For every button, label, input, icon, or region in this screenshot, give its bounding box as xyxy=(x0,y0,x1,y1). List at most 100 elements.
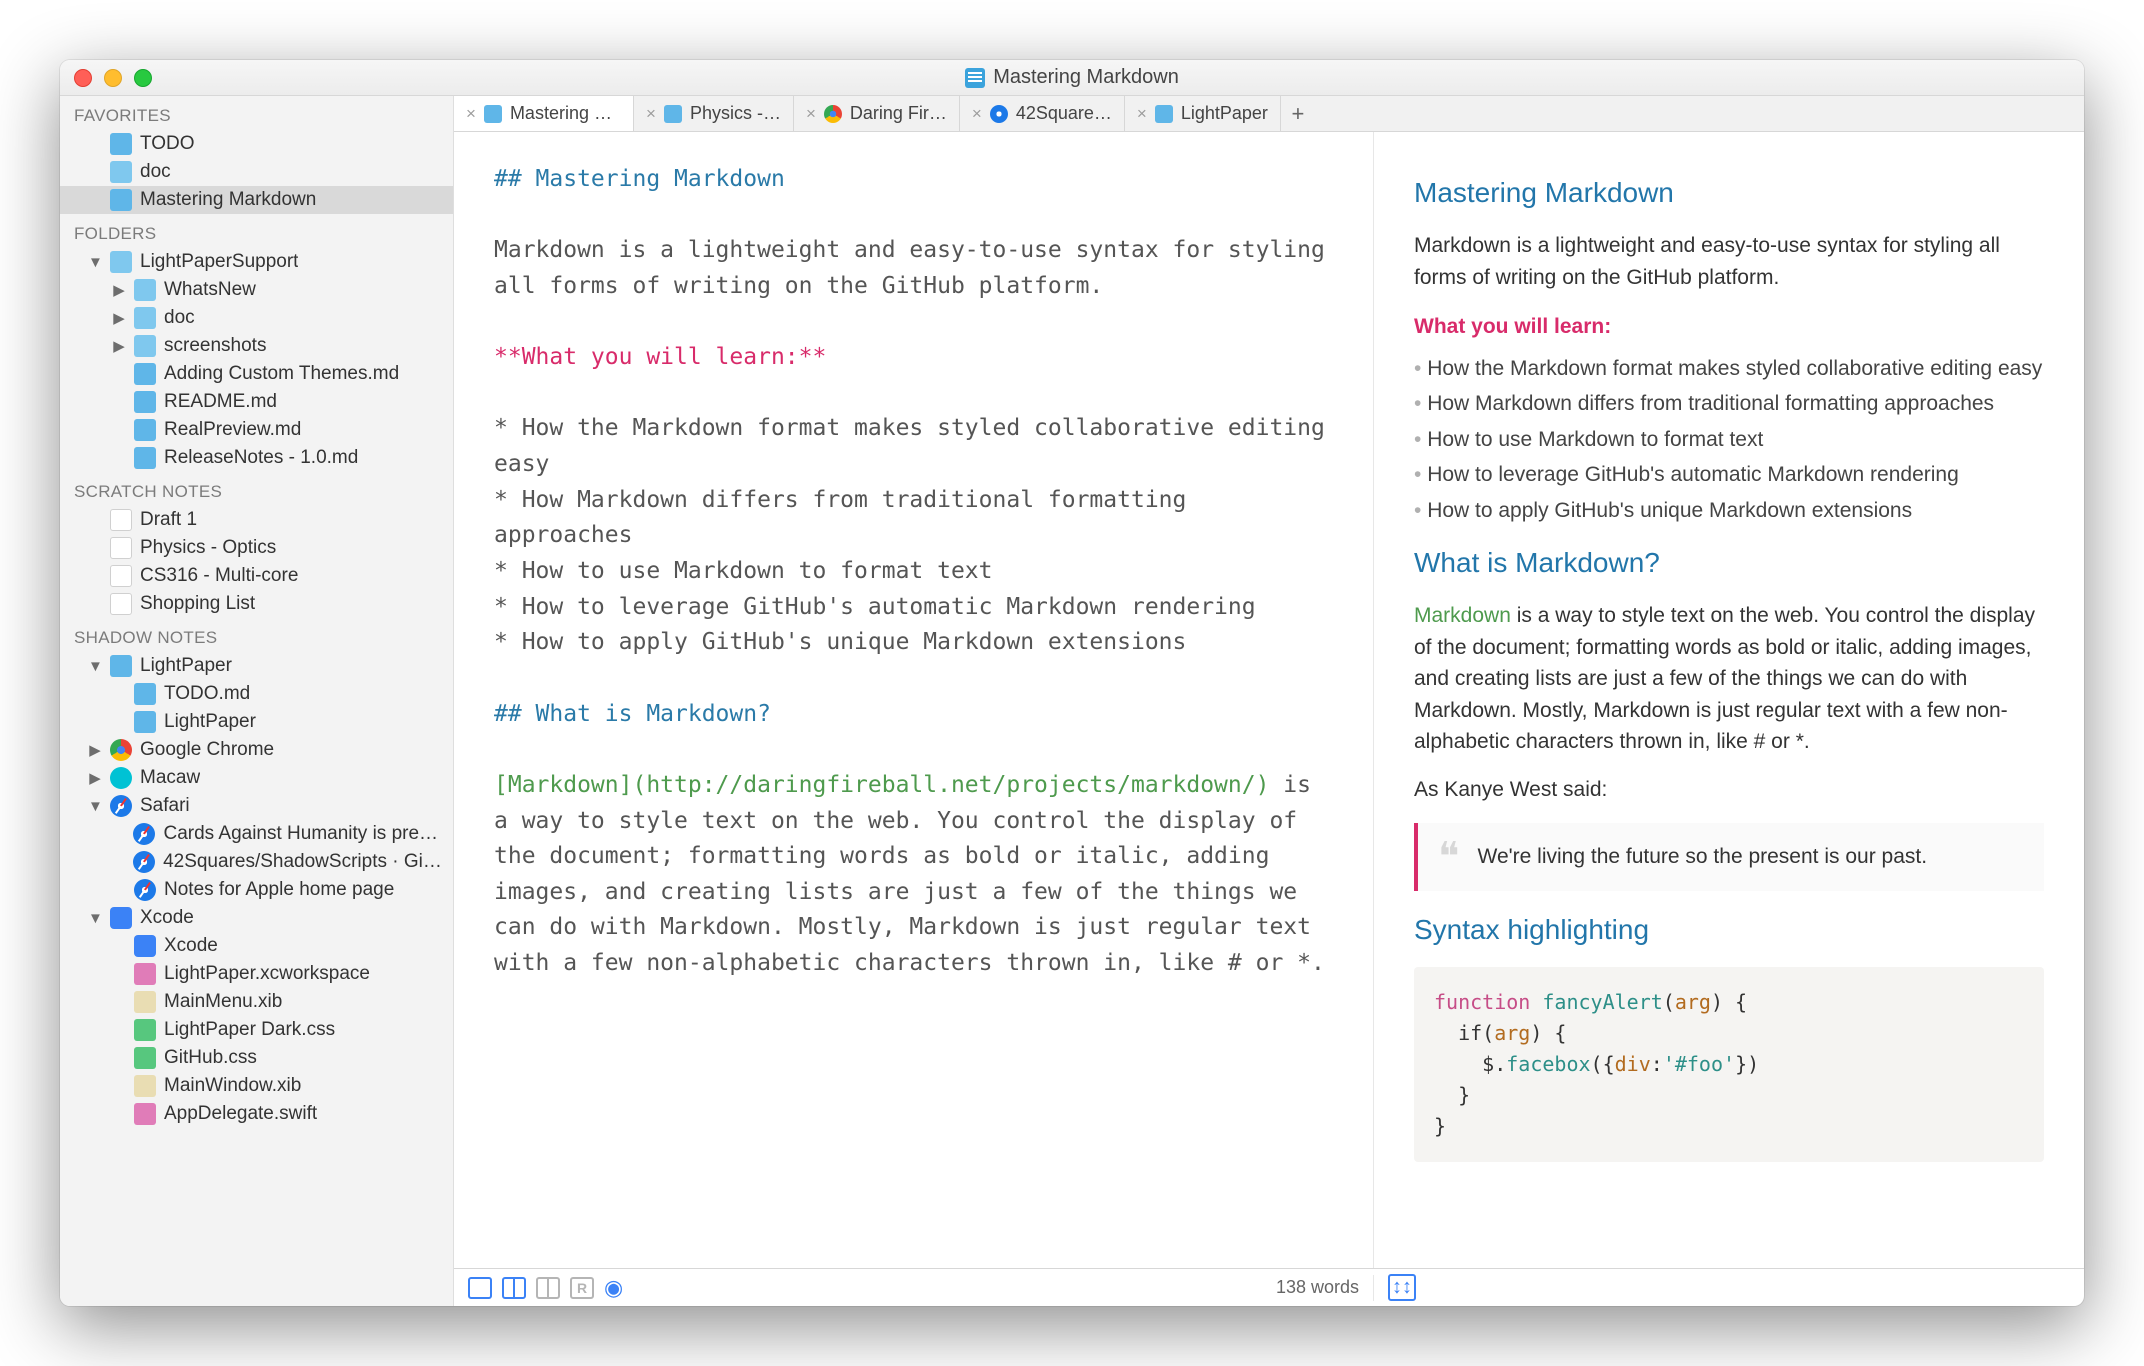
blank-icon xyxy=(110,509,132,531)
sidebar-item[interactable]: ▼LightPaperSupport xyxy=(60,248,453,276)
layout-alt-icon[interactable] xyxy=(536,1277,560,1299)
close-tab-icon[interactable]: × xyxy=(466,104,476,124)
sidebar-item[interactable]: README.md xyxy=(60,388,453,416)
close-tab-icon[interactable]: × xyxy=(972,104,982,124)
sync-scroll-icon[interactable]: ↕↕ xyxy=(1388,1274,1416,1301)
tab-bar: ×Mastering Mar…×Physics -…×Daring Fir…×4… xyxy=(454,96,2084,132)
sidebar-item-label: Mastering Markdown xyxy=(140,189,316,211)
blank-icon xyxy=(110,593,132,615)
sidebar-item[interactable]: ▶WhatsNew xyxy=(60,276,453,304)
sidebar-item-label: MainMenu.xib xyxy=(164,991,282,1013)
disclosure-triangle-icon[interactable]: ▶ xyxy=(112,281,126,299)
md-icon xyxy=(134,447,156,469)
zoom-button[interactable] xyxy=(134,69,152,87)
disclosure-triangle-icon[interactable]: ▶ xyxy=(112,309,126,327)
sidebar-item[interactable]: CS316 - Multi-core xyxy=(60,562,453,590)
folder-icon xyxy=(110,251,132,273)
list-item: How to leverage GitHub's automatic Markd… xyxy=(1414,459,2044,491)
sidebar-item[interactable]: ▼LightPaper xyxy=(60,652,453,680)
doc-icon xyxy=(110,133,132,155)
close-tab-icon[interactable]: × xyxy=(646,104,656,124)
preview-link[interactable]: Markdown xyxy=(1414,604,1511,627)
safari-icon xyxy=(990,105,1008,123)
editor-pane[interactable]: ## Mastering Markdown Markdown is a ligh… xyxy=(454,132,1374,1268)
preview-toggle-icon[interactable]: ◉ xyxy=(604,1275,623,1301)
sidebar-item[interactable]: Shopping List xyxy=(60,590,453,618)
list-item: How to use Markdown to format text xyxy=(1414,424,2044,456)
disclosure-triangle-icon[interactable]: ▼ xyxy=(88,798,102,815)
tab[interactable]: ×Mastering Mar… xyxy=(454,96,634,131)
tab[interactable]: ×42Square… xyxy=(960,96,1125,131)
tab[interactable]: ×Daring Fir… xyxy=(794,96,960,131)
sidebar-item-label: GitHub.css xyxy=(164,1047,257,1069)
sidebar-item[interactable]: ▶ Google Chrome xyxy=(60,736,453,764)
blank-icon xyxy=(110,565,132,587)
sidebar-item[interactable]: AppDelegate.swift xyxy=(60,1100,453,1128)
safari-icon xyxy=(110,795,132,817)
editor-text: * How to use Markdown to format text xyxy=(494,554,1333,590)
sidebar-item[interactable]: Draft 1 xyxy=(60,506,453,534)
close-button[interactable] xyxy=(74,69,92,87)
sidebar-item[interactable]: LightPaper.xcworkspace xyxy=(60,960,453,988)
sidebar-item[interactable]: TODO.md xyxy=(60,680,453,708)
preview-text: Markdown is a lightweight and easy-to-us… xyxy=(1414,230,2044,293)
editor-text: * How the Markdown format makes styled c… xyxy=(494,411,1333,482)
sidebar-item[interactable]: doc xyxy=(60,158,453,186)
sidebar-item[interactable]: RealPreview.md xyxy=(60,416,453,444)
close-tab-icon[interactable]: × xyxy=(1137,104,1147,124)
sidebar-item[interactable]: Xcode xyxy=(60,932,453,960)
disclosure-triangle-icon[interactable]: ▼ xyxy=(88,910,102,927)
tab[interactable]: × LightPaper xyxy=(1125,96,1281,131)
sidebar-item[interactable]: LightPaper Dark.css xyxy=(60,1016,453,1044)
add-tab-button[interactable]: + xyxy=(1281,96,1315,131)
sidebar-item[interactable]: ▶ Macaw xyxy=(60,764,453,792)
sidebar-item[interactable]: LightPaper xyxy=(60,708,453,736)
sidebar-item[interactable]: Cards Against Humanity is pretty... xyxy=(60,820,453,848)
sidebar-item-label: Physics - Optics xyxy=(140,537,276,559)
sidebar: FAVORITES TODOdocMastering Markdown FOLD… xyxy=(60,96,454,1306)
sidebar-item[interactable]: GitHub.css xyxy=(60,1044,453,1072)
sidebar-item[interactable]: ▶screenshots xyxy=(60,332,453,360)
tab-label: LightPaper xyxy=(1181,103,1268,124)
swift-icon xyxy=(134,1103,156,1125)
sidebar-item-label: Adding Custom Themes.md xyxy=(164,363,399,385)
sidebar-item[interactable]: Physics - Optics xyxy=(60,534,453,562)
sidebar-item[interactable]: ▶doc xyxy=(60,304,453,332)
disclosure-triangle-icon[interactable]: ▼ xyxy=(88,254,102,271)
xcode-icon xyxy=(110,907,132,929)
preview-statusbar: ↕↕ xyxy=(1374,1274,2084,1301)
disclosure-triangle-icon[interactable]: ▶ xyxy=(112,337,126,355)
disclosure-triangle-icon[interactable]: ▼ xyxy=(88,658,102,675)
sidebar-item-label: Macaw xyxy=(140,767,200,789)
tab[interactable]: ×Physics -… xyxy=(634,96,794,131)
sidebar-item[interactable]: Mastering Markdown xyxy=(60,186,453,214)
preview-heading: Syntax highlighting xyxy=(1414,909,2044,951)
doc-icon xyxy=(664,105,682,123)
editor-link: [Markdown](http://daringfireball.net/pro… xyxy=(494,772,1269,798)
sidebar-item-label: Google Chrome xyxy=(140,739,274,761)
sidebar-item-label: Safari xyxy=(140,795,190,817)
sidebar-item[interactable]: Notes for Apple home page xyxy=(60,876,453,904)
layout-single-icon[interactable] xyxy=(468,1277,492,1299)
folder-icon xyxy=(110,161,132,183)
disclosure-triangle-icon[interactable]: ▶ xyxy=(88,741,102,759)
window-title: Mastering Markdown xyxy=(993,66,1179,89)
disclosure-triangle-icon[interactable]: ▶ xyxy=(88,769,102,787)
minimize-button[interactable] xyxy=(104,69,122,87)
layout-r-icon[interactable]: R xyxy=(570,1277,594,1299)
sidebar-item[interactable]: MainMenu.xib xyxy=(60,988,453,1016)
editor-statusbar: R ◉ 138 words xyxy=(454,1275,1374,1301)
sidebar-item[interactable]: MainWindow.xib xyxy=(60,1072,453,1100)
sidebar-item[interactable]: ▼ Safari xyxy=(60,792,453,820)
sidebar-item-label: TODO xyxy=(140,133,195,155)
sidebar-item[interactable]: TODO xyxy=(60,130,453,158)
chrome-icon xyxy=(110,739,132,761)
editor-text: * How Markdown differs from traditional … xyxy=(494,483,1333,554)
sidebar-item[interactable]: 42Squares/ShadowScripts · GitHub xyxy=(60,848,453,876)
sidebar-item[interactable]: ReleaseNotes - 1.0.md xyxy=(60,444,453,472)
section-folders: FOLDERS xyxy=(60,214,453,248)
close-tab-icon[interactable]: × xyxy=(806,104,816,124)
layout-split-icon[interactable] xyxy=(502,1277,526,1299)
sidebar-item[interactable]: ▼Xcode xyxy=(60,904,453,932)
sidebar-item[interactable]: Adding Custom Themes.md xyxy=(60,360,453,388)
